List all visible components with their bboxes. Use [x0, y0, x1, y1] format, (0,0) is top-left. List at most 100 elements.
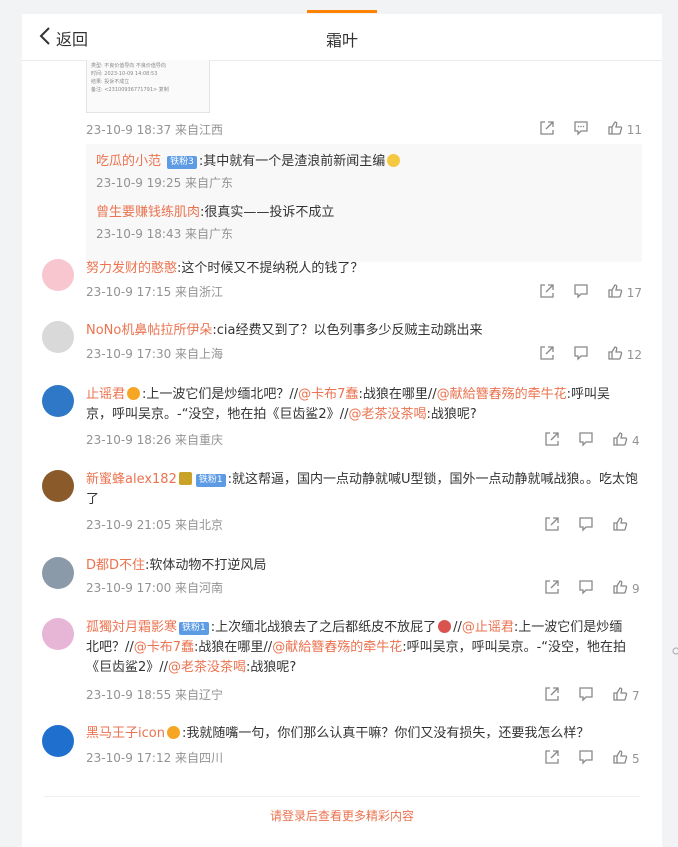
comment-icon — [578, 579, 594, 599]
like-button[interactable]: 7 — [612, 686, 642, 706]
thumb-line: 类型: 不良价值导向 不良价值导向 — [91, 63, 166, 69]
reply-button[interactable] — [578, 686, 594, 706]
share-icon — [544, 686, 560, 706]
thumb-line: 结果: 投诉不成立 — [91, 79, 130, 85]
comment-icon — [578, 686, 594, 706]
comment-panel: 返回 霜叶 类型: 不良价值导向 不良价值导向 时间: 2023-10-09 1… — [22, 14, 662, 847]
comment-actions: 17 — [521, 283, 642, 303]
reply-button[interactable] — [573, 120, 589, 140]
avatar[interactable] — [42, 470, 74, 502]
comment-meta: 23-10-9 17:00 来自河南 — [86, 581, 224, 595]
comment-meta: 23-10-9 17:15 来自浙江 — [86, 285, 224, 299]
mention-link[interactable]: @献給簪舂殇的牵牛花 — [272, 640, 402, 655]
reply-button[interactable] — [573, 345, 589, 365]
vip-icon — [166, 726, 180, 739]
comment-username[interactable]: 止谣君 — [86, 387, 125, 402]
avatar[interactable] — [42, 618, 74, 650]
like-button[interactable]: 4 — [612, 431, 642, 451]
share-button[interactable] — [544, 516, 560, 536]
reply-username[interactable]: 曾生要赚钱练肌肉 — [96, 205, 200, 220]
attached-screenshot[interactable]: 类型: 不良价值导向 不良价值导向 时间: 2023-10-09 14:08:5… — [86, 60, 210, 113]
reply-meta: 23-10-9 19:25 来自广东 — [96, 176, 234, 190]
share-button[interactable] — [539, 120, 555, 140]
like-count: 4 — [632, 434, 640, 448]
mention-link[interactable]: @老茶没茶喝 — [168, 660, 246, 675]
comment-body: 北吧？// — [86, 640, 134, 655]
like-count: 9 — [632, 582, 640, 596]
like-count: 17 — [626, 286, 642, 300]
comment-meta: 23-10-9 18:55 来自辽宁 — [86, 688, 224, 702]
avatar[interactable] — [42, 725, 74, 757]
comment-body: 了 — [86, 492, 100, 507]
like-button[interactable] — [612, 516, 642, 536]
comment-actions: 5 — [526, 749, 642, 769]
comment-actions: 11 — [521, 120, 642, 140]
comment-icon — [573, 283, 589, 303]
mention-link[interactable]: @卡布7蠢 — [298, 387, 358, 402]
avatar[interactable] — [42, 321, 74, 353]
reply-button[interactable] — [578, 579, 594, 599]
mention-link[interactable]: @卡布7蠢 — [134, 640, 194, 655]
comment-meta: 23-10-9 18:37 来自江西 — [86, 123, 224, 137]
comment-actions: 12 — [521, 345, 642, 365]
avatar[interactable] — [42, 385, 74, 417]
reply-button[interactable] — [578, 516, 594, 536]
thumbs-up-icon — [612, 516, 628, 536]
like-button[interactable]: 9 — [612, 579, 642, 599]
share-button[interactable] — [544, 579, 560, 599]
avatar[interactable] — [42, 259, 74, 291]
thumbs-up-icon — [612, 579, 628, 599]
comment-meta: 23-10-9 17:12 来自四川 — [86, 751, 224, 765]
reply-button[interactable] — [578, 431, 594, 451]
reply-item: 吃瓜的小范 铁粉3:其中就有一个是渣浪前新闻主编 — [96, 150, 402, 169]
share-icon — [539, 345, 555, 365]
mention-link[interactable]: @献給簪舂殇的牵牛花 — [437, 387, 567, 402]
like-count: 12 — [626, 348, 642, 362]
login-more-link[interactable]: 请登录后查看更多精彩内容 — [22, 807, 662, 824]
share-button[interactable] — [539, 283, 555, 303]
comment-username[interactable]: 新蜜蜂alex182 — [86, 472, 177, 487]
comment-body: 京，呼叫吴京。-“没空，牠在拍《巨齿鲨2》// — [86, 407, 349, 422]
reply-button[interactable] — [578, 749, 594, 769]
emoji-icon — [387, 154, 401, 167]
comment-username[interactable]: NoNo机鼻帖拉所伊朵 — [86, 323, 212, 338]
like-button[interactable]: 11 — [607, 120, 642, 140]
like-button[interactable]: 12 — [607, 345, 642, 365]
reply-button[interactable] — [573, 283, 589, 303]
share-icon — [544, 516, 560, 536]
comment-text: D都D不住:软体动物不打逆风局 — [86, 556, 646, 576]
reply-meta: 23-10-9 18:43 来自广东 — [96, 227, 234, 241]
like-button[interactable]: 5 — [612, 749, 642, 769]
share-button[interactable] — [544, 749, 560, 769]
comment-username[interactable]: D都D不住 — [86, 558, 145, 573]
fan-badge: 铁粉1 — [195, 474, 226, 487]
comment-body: :上一波它们是炒缅 — [513, 620, 623, 635]
comment-username[interactable]: 黑马王子icon — [86, 726, 165, 741]
share-button[interactable] — [539, 345, 555, 365]
like-count: 5 — [632, 752, 640, 766]
mention-link[interactable]: @老茶没茶喝 — [348, 407, 426, 422]
comment-username[interactable]: 孤獨対月霜影寒 — [86, 620, 177, 635]
thumbs-up-icon — [607, 345, 623, 365]
page-title: 霜叶 — [325, 31, 358, 50]
avatar[interactable] — [42, 557, 74, 589]
thumbs-up-icon — [612, 686, 628, 706]
mention-link[interactable]: @止谣君 — [462, 620, 514, 635]
comment-text: 新蜜蜂alex182 铁粉1:就这帮逼，国内一点动静就喊U型锁，国外一点动静就喊战… — [86, 470, 646, 510]
comment-body: :战狼在哪里// — [358, 387, 437, 402]
share-button[interactable] — [544, 686, 560, 706]
side-icon[interactable] — [670, 640, 678, 655]
header: 返回 霜叶 — [22, 14, 662, 61]
reply-list: 吃瓜的小范 铁粉3:其中就有一个是渣浪前新闻主编 23-10-9 19:25 来… — [86, 144, 642, 262]
comment-text: 努力发财的憨憨:这个时候又不提纳税人的钱了？ — [86, 259, 646, 279]
share-icon — [544, 579, 560, 599]
like-button[interactable]: 17 — [607, 283, 642, 303]
comment-icon — [578, 516, 594, 536]
reply-username[interactable]: 吃瓜的小范 — [96, 154, 161, 169]
comment-body: 《巨齿鲨2》// — [86, 660, 169, 675]
share-button[interactable] — [544, 431, 560, 451]
comment-body: :cia经费又到了？以色列事多少反贼主动跳出来 — [212, 323, 483, 338]
comment-username[interactable]: 努力发财的憨憨 — [86, 261, 177, 276]
comment-body: :战狼呢? — [426, 407, 477, 422]
comment-icon — [578, 749, 594, 769]
